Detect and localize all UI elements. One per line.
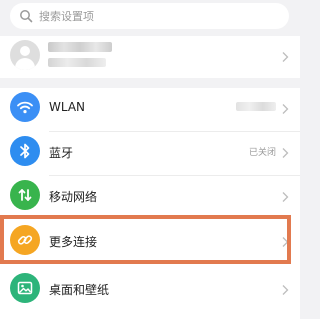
image-icon [10,273,40,303]
settings-item-label: 移动网络 [49,190,98,204]
bluetooth-status: 已关闭 [248,148,276,158]
account-sub-redacted [48,58,106,67]
chevron-right-icon [282,52,289,62]
settings-item-label: 桌面和壁纸 [49,283,110,297]
search-bar[interactable]: 搜索设置项 [10,3,289,29]
chevron-right-icon [282,285,289,295]
search-placeholder: 搜索设置项 [39,10,94,23]
search-icon [20,10,33,23]
wifi-icon [10,92,40,122]
settings-item-home-wallpaper[interactable]: 桌面和壁纸 [0,269,300,311]
settings-item-mobile-network[interactable]: 移动网络 [0,176,300,218]
wlan-value-redacted [236,102,276,111]
account-name-redacted [48,42,112,52]
bluetooth-icon [10,136,40,166]
settings-item-label: WLAN [49,100,86,114]
mobile-data-icon [10,180,40,210]
link-icon [10,225,40,255]
account-row[interactable] [0,36,300,78]
chevron-right-icon [282,237,289,247]
chevron-right-icon [282,148,289,158]
settings-item-label: 更多连接 [49,235,98,249]
settings-item-label: 蓝牙 [49,146,74,160]
chevron-right-icon [282,104,289,114]
settings-item-wlan[interactable]: WLAN [0,88,300,130]
settings-list: WLAN 蓝牙 已关闭 移动网络 更多连接 桌面和壁纸 [0,88,300,319]
avatar-icon [10,40,40,70]
settings-item-bluetooth[interactable]: 蓝牙 已关闭 [0,132,300,174]
settings-item-more-connections[interactable]: 更多连接 [0,221,300,263]
chevron-right-icon [282,192,289,202]
